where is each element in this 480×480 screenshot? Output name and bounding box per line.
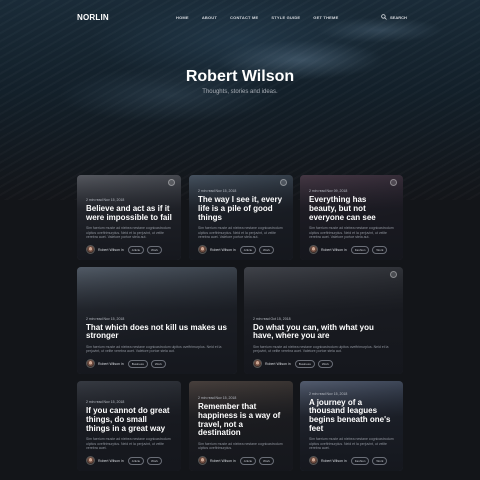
- nav-link-style-guide[interactable]: STYLE GUIDE: [271, 15, 300, 20]
- post-card[interactable]: 2 min read Nov 15, 2018 Believe and act a…: [77, 175, 181, 260]
- author-name[interactable]: Robert Wilson in: [98, 362, 124, 366]
- post-footer: Robert Wilson in Fashion Work: [309, 456, 394, 465]
- author-avatar[interactable]: [86, 245, 95, 254]
- author-avatar[interactable]: [86, 456, 95, 465]
- author-name[interactable]: Robert Wilson in: [265, 362, 291, 366]
- nav-link-about[interactable]: ABOUT: [202, 15, 217, 20]
- site-logo[interactable]: NORLIN: [77, 13, 109, 22]
- post-footer: Robert Wilson in Business Work: [253, 359, 394, 368]
- post-meta: 2 min read Nov 15, 2018: [86, 400, 125, 405]
- nav-link-home[interactable]: HOME: [176, 15, 189, 20]
- tag-pill[interactable]: Business: [127, 359, 148, 368]
- post-title[interactable]: Everything has beauty, but not everyone …: [309, 196, 394, 222]
- post-excerpt: Sim faerium muste ad niebea nestane cogn…: [86, 226, 171, 240]
- bookmark-icon[interactable]: [280, 179, 287, 186]
- post-card[interactable]: 2 min read Nov 15, 2018 Remember that hap…: [189, 381, 293, 471]
- tag-pill[interactable]: Work: [147, 245, 162, 254]
- post-meta: 2 min read Nov 15, 2018: [198, 189, 237, 194]
- tag-pill[interactable]: Work: [147, 456, 162, 465]
- post-title[interactable]: That which does not kill us makes us str…: [86, 323, 228, 341]
- post-excerpt: Sim faerium muste ad niebea nestane cogn…: [309, 437, 394, 451]
- post-title[interactable]: A journey of a thousand leagues begins b…: [309, 398, 394, 433]
- tag-pill[interactable]: Work: [150, 359, 166, 368]
- post-card[interactable]: 2 min read Oct 15, 2018 Do what you can, …: [244, 267, 403, 374]
- author-avatar[interactable]: [253, 359, 262, 368]
- tag-pill[interactable]: Business: [294, 359, 315, 368]
- search-icon: [381, 14, 387, 20]
- tag-pill[interactable]: Article: [127, 456, 145, 465]
- card-body: 2 min read Nov 15, 2018 If you cannot do …: [77, 400, 181, 471]
- nav-link-get-theme[interactable]: GET THEME: [313, 15, 338, 20]
- hero-banner: [0, 0, 480, 200]
- tag-pill[interactable]: Article: [239, 245, 257, 254]
- post-title[interactable]: If you cannot do great things, do small …: [86, 407, 172, 433]
- post-title[interactable]: Do what you can, with what you have, whe…: [253, 323, 394, 341]
- post-meta: 2 min read Oct 15, 2018: [253, 316, 291, 321]
- author-avatar[interactable]: [309, 456, 318, 465]
- top-navigation: NORLIN HOME ABOUT CONTACT ME STYLE GUIDE…: [0, 13, 480, 25]
- author-name[interactable]: Robert Wilson in: [98, 248, 124, 252]
- post-meta: 2 min read Nov 15, 2018: [86, 316, 125, 321]
- bookmark-icon[interactable]: [168, 179, 175, 186]
- post-excerpt: Sim faerium muste ad niebea nestane cogn…: [86, 344, 222, 354]
- tag-pill[interactable]: Work: [259, 245, 274, 254]
- post-card[interactable]: 2 min read Nov 09, 2018 Everything has be…: [300, 175, 403, 260]
- page-title: Robert Wilson: [185, 68, 295, 85]
- card-body: 2 min read Oct 15, 2018 Do what you can, …: [244, 317, 403, 374]
- search-button[interactable]: SEARCH: [381, 14, 407, 20]
- author-avatar[interactable]: [309, 245, 318, 254]
- post-title[interactable]: Believe and act as if it were impossible…: [86, 204, 172, 222]
- page-subtitle: Thoughts, stories and ideas.: [202, 89, 278, 95]
- nav-link-contact[interactable]: CONTACT ME: [230, 15, 258, 20]
- card-body: 2 min read Nov 09, 2018 Everything has be…: [300, 189, 403, 260]
- author-avatar[interactable]: [198, 456, 207, 465]
- post-excerpt: Sim faerium muste ad niebea nestane cogn…: [309, 226, 394, 240]
- post-footer: Robert Wilson in Article Work: [86, 245, 172, 254]
- post-meta: 2 min read Nov 15, 2018: [198, 396, 237, 401]
- card-body: 2 min read Nov 15, 2018 The way I see it,…: [189, 189, 293, 260]
- card-body: 2 min read Nov 15, 2018 That which does n…: [77, 317, 237, 374]
- nav-links: HOME ABOUT CONTACT ME STYLE GUIDE GET TH…: [176, 15, 338, 20]
- card-body: 2 min read Nov 15, 2018 Remember that hap…: [189, 396, 293, 471]
- post-meta: 2 min read Nov 15, 2018: [86, 198, 125, 203]
- post-meta: 2 min read Nov 09, 2018: [309, 189, 348, 194]
- post-card[interactable]: 2 min read Nov 15, 2018 A journey of a th…: [300, 381, 403, 471]
- post-meta: 2 min read Nov 15, 2018: [309, 391, 348, 396]
- post-footer: Robert Wilson in Business Work: [86, 359, 228, 368]
- post-excerpt: Sim faerium muste ad niebea nestane cogn…: [86, 437, 171, 451]
- bookmark-icon[interactable]: [390, 179, 397, 186]
- post-title[interactable]: The way I see it, every life is a pile o…: [198, 196, 284, 222]
- search-label: SEARCH: [390, 14, 407, 20]
- author-name[interactable]: Robert Wilson in: [321, 459, 347, 463]
- post-footer: Robert Wilson in Article Work: [86, 456, 172, 465]
- tag-pill[interactable]: Work: [372, 245, 388, 254]
- tag-pill[interactable]: Article: [127, 245, 145, 254]
- tag-pill[interactable]: Fashion: [350, 456, 370, 465]
- tag-pill[interactable]: Work: [259, 456, 274, 465]
- post-card[interactable]: 2 min read Nov 15, 2018 The way I see it,…: [189, 175, 293, 260]
- post-excerpt: Sim faerium muste ad niebea nestane cogn…: [198, 441, 283, 451]
- card-body: 2 min read Nov 15, 2018 Believe and act a…: [77, 198, 181, 260]
- author-avatar[interactable]: [198, 245, 207, 254]
- post-footer: Robert Wilson in Article Work: [198, 245, 284, 254]
- post-excerpt: Sim faerium muste ad niebea nestane cogn…: [198, 226, 283, 240]
- author-name[interactable]: Robert Wilson in: [210, 459, 236, 463]
- author-name[interactable]: Robert Wilson in: [321, 248, 347, 252]
- post-footer: Robert Wilson in Article Work: [198, 456, 284, 465]
- post-excerpt: Sim faerium muste ad niebea nestane cogn…: [253, 344, 389, 354]
- author-avatar[interactable]: [86, 359, 95, 368]
- post-card[interactable]: 2 min read Nov 15, 2018 That which does n…: [77, 267, 237, 374]
- tag-pill[interactable]: Fashion: [350, 245, 370, 254]
- author-name[interactable]: Robert Wilson in: [210, 248, 236, 252]
- author-name[interactable]: Robert Wilson in: [98, 459, 124, 463]
- post-title[interactable]: Remember that happiness is a way of trav…: [198, 403, 284, 437]
- tag-pill[interactable]: Work: [317, 359, 333, 368]
- post-card[interactable]: 2 min read Nov 15, 2018 If you cannot do …: [77, 381, 181, 471]
- card-body: 2 min read Nov 15, 2018 A journey of a th…: [300, 392, 403, 471]
- bookmark-icon[interactable]: [390, 271, 397, 278]
- tag-pill[interactable]: Work: [372, 456, 388, 465]
- post-footer: Robert Wilson in Fashion Work: [309, 245, 394, 254]
- tag-pill[interactable]: Article: [239, 456, 257, 465]
